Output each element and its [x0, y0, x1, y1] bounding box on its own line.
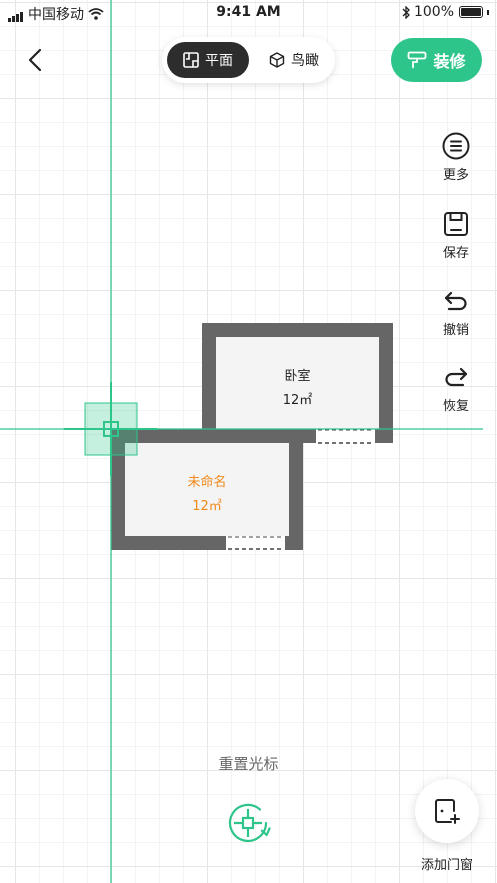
bedroom-area: 12㎡ [282, 393, 313, 408]
add-door-window-label: 添加门窗 [420, 858, 473, 873]
unnamed-opening[interactable] [226, 536, 285, 550]
bedroom-opening[interactable] [316, 429, 375, 443]
door-add-icon [435, 799, 460, 824]
reset-cursor-button[interactable] [222, 797, 274, 849]
unnamed-area: 12㎡ [192, 499, 222, 514]
bedroom-name: 卧室 [284, 369, 311, 384]
crosshair-reset-icon [228, 803, 271, 843]
floorplan-canvas[interactable] [0, 0, 497, 883]
unnamed-label[interactable]: 未命名 12㎡ [125, 471, 289, 514]
bedroom-label[interactable]: 卧室 12㎡ [216, 365, 379, 408]
add-door-window-button[interactable] [415, 779, 479, 843]
unnamed-name: 未命名 [187, 475, 227, 490]
reset-cursor-label: 重置光标 [218, 755, 279, 773]
